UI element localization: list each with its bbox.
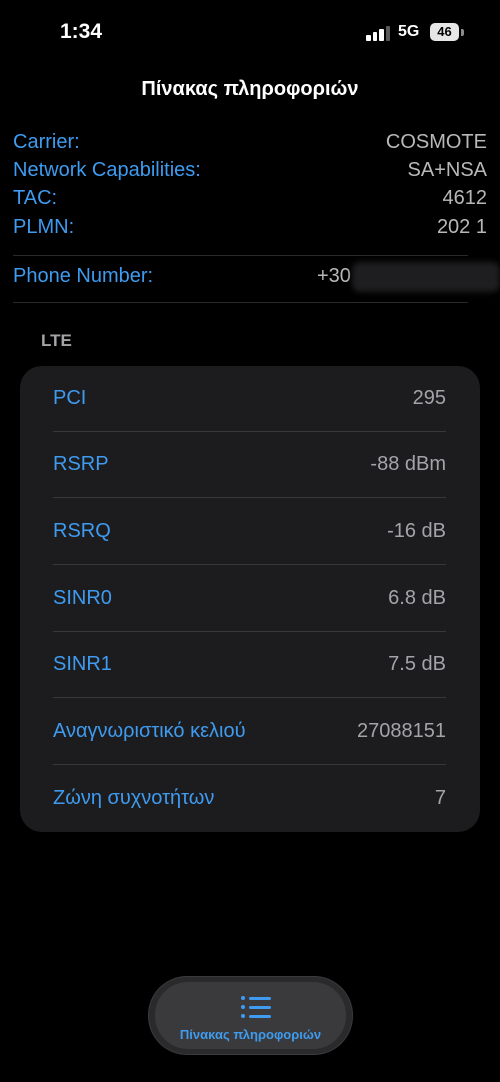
- status-bar: 1:34 5G 46: [0, 0, 500, 66]
- rsrp-value: -88 dBm: [370, 453, 446, 475]
- carrier-label: Carrier:: [13, 131, 80, 153]
- rsrp-label: RSRP: [53, 453, 109, 475]
- network-capabilities-value: SA+NSA: [407, 159, 487, 181]
- rsrq-value: -16 dB: [387, 520, 446, 542]
- band-value: 7: [434, 787, 446, 809]
- phone-number-label: Phone Number:: [13, 265, 154, 287]
- battery-tip: [461, 29, 464, 36]
- tab-bar: Πίνακας πληροφοριών: [149, 977, 352, 1054]
- plmn-label: PLMN:: [13, 216, 75, 238]
- row-separator: [53, 497, 446, 498]
- row-separator: [53, 564, 446, 565]
- pci-value: 295: [412, 387, 446, 409]
- page-title: Πίνακας πληροφοριών: [141, 78, 359, 100]
- pci-label: PCI: [53, 387, 87, 409]
- list-icon: [241, 996, 271, 1018]
- sinr1-value: 7.5 dB: [388, 653, 446, 675]
- carrier-value: COSMOTE: [385, 131, 487, 153]
- divider: [13, 302, 468, 303]
- tac-value: 4612: [442, 187, 488, 209]
- lte-row-rsrp: RSRP -88 dBm: [53, 432, 446, 498]
- tab-dashboard-label: Πίνακας πληροφοριών: [179, 1027, 322, 1042]
- info-row-carrier: Carrier: COSMOTE: [13, 131, 487, 159]
- plmn-value: 202 1: [436, 216, 487, 238]
- tab-dashboard[interactable]: Πίνακας πληροφοριών: [155, 982, 346, 1049]
- sinr1-label: SINR1: [53, 653, 112, 675]
- info-row-tac: TAC: 4612: [13, 187, 487, 215]
- lte-info-card: PCI 295 RSRP -88 dBm RSRQ -16 dB SINR0 6…: [20, 366, 480, 832]
- sinr0-value: 6.8 dB: [388, 587, 446, 609]
- row-separator: [53, 764, 446, 765]
- band-label: Ζώνη συχνοτήτων: [53, 787, 215, 809]
- info-row-network-capabilities: Network Capabilities: SA+NSA: [13, 159, 487, 187]
- battery-icon: 46: [430, 23, 459, 41]
- info-row-plmn: PLMN: 202 1: [13, 216, 487, 244]
- divider: [13, 255, 468, 256]
- row-separator: [53, 697, 446, 698]
- lte-row-sinr0: SINR0 6.8 dB: [53, 566, 446, 632]
- network-type-label: 5G: [398, 23, 420, 40]
- status-time: 1:34: [60, 20, 103, 43]
- lte-row-cell-id: Αναγνωριστικό κελιού 27088151: [53, 699, 446, 765]
- cell-id-value: 27088151: [357, 720, 446, 742]
- phone-number-redaction: [352, 262, 500, 292]
- tac-label: TAC:: [13, 187, 58, 209]
- rsrq-label: RSRQ: [53, 520, 111, 542]
- lte-row-band: Ζώνη συχνοτήτων 7: [53, 766, 446, 832]
- lte-section-header: LTE: [41, 331, 72, 350]
- cell-id-label: Αναγνωριστικό κελιού: [53, 720, 246, 742]
- sinr0-label: SINR0: [53, 587, 112, 609]
- lte-row-pci: PCI 295: [53, 366, 446, 432]
- cellular-signal-icon: [366, 25, 390, 41]
- phone-number-value: +30: [317, 265, 351, 287]
- network-capabilities-label: Network Capabilities:: [13, 159, 201, 181]
- lte-row-sinr1: SINR1 7.5 dB: [53, 632, 446, 698]
- lte-row-rsrq: RSRQ -16 dB: [53, 499, 446, 565]
